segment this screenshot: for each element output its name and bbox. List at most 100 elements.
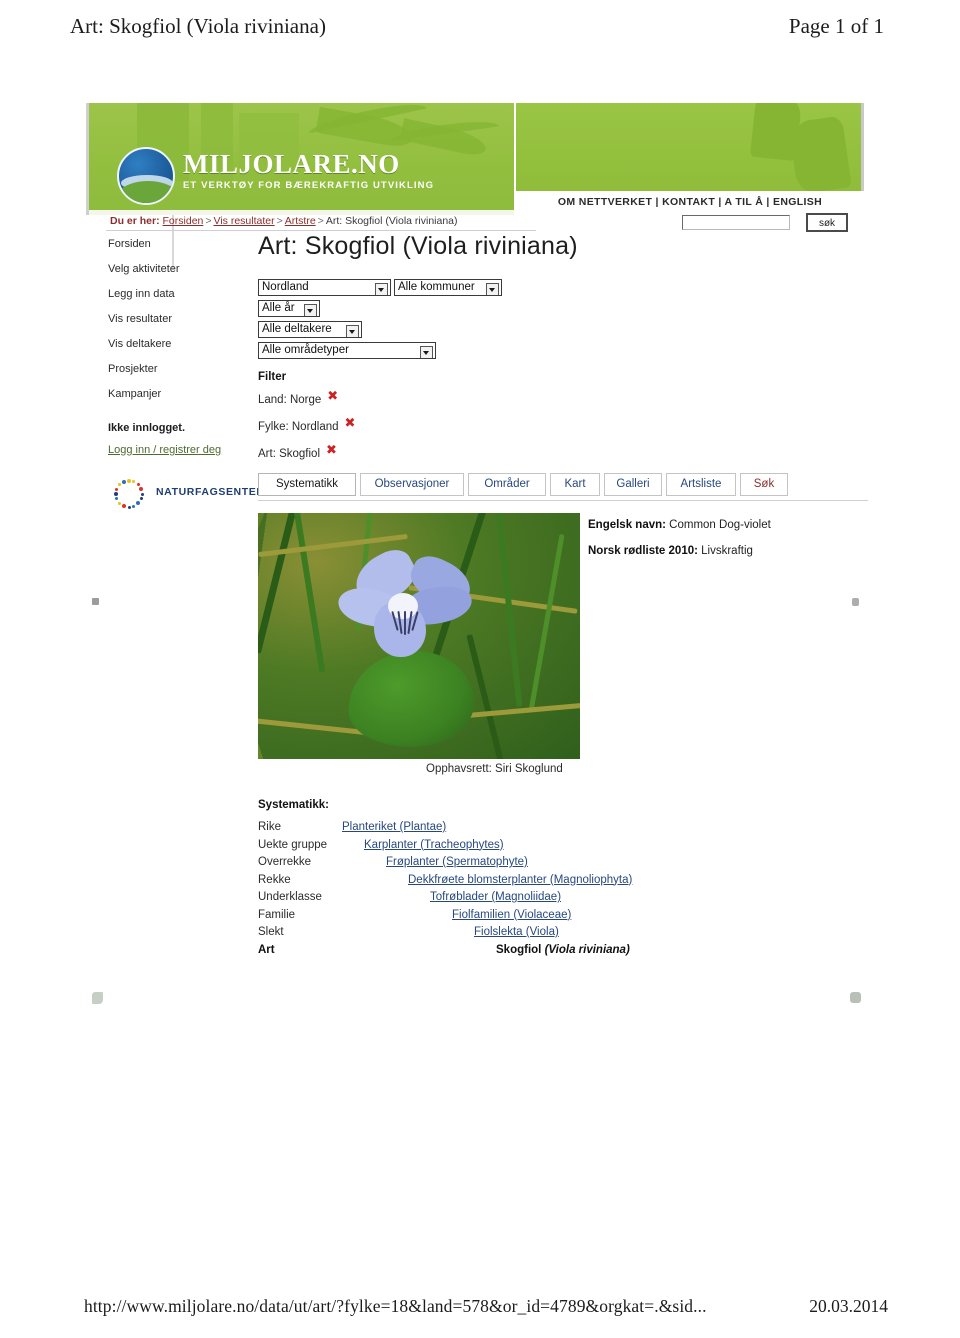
sidebar-item-kampanjer[interactable]: Kampanjer <box>108 388 268 400</box>
rank-label: Slekt <box>258 926 284 938</box>
select-fylke[interactable]: Nordland <box>258 279 391 296</box>
dotted-circle-icon <box>108 477 154 511</box>
tab-omrader[interactable]: Områder <box>468 473 546 496</box>
filter-row-fylke: Fylke: Nordland ✖ <box>258 416 868 434</box>
login-status: Ikke innlogget. <box>108 422 186 434</box>
filter-label-fylke: Fylke: Nordland <box>258 421 339 433</box>
table-row: Rike Planteriket (Plantae) <box>258 821 868 839</box>
select-deltakere[interactable]: Alle deltakere <box>258 321 362 338</box>
english-name-line: Engelsk navn: Common Dog-violet <box>588 519 868 531</box>
rank-label: Underklasse <box>258 891 322 903</box>
search-button[interactable]: søk <box>806 213 848 232</box>
photo-copyright: Opphavsrett: Siri Skoglund <box>426 763 563 775</box>
sidebar-item-velg-aktiviteter[interactable]: Velg aktiviteter <box>108 263 268 275</box>
tab-artsliste[interactable]: Artsliste <box>666 473 736 496</box>
tab-bar: Systematikk Observasjoner Områder Kart G… <box>258 473 868 501</box>
page-title: Art: Skogfiol (Viola riviniana) <box>258 232 578 260</box>
filter-row-land: Land: Norge ✖ <box>258 389 868 407</box>
printed-page-footer: http://www.miljolare.no/data/ut/art/?fyl… <box>0 1296 960 1322</box>
tab-kart[interactable]: Kart <box>550 473 600 496</box>
top-nav-links[interactable]: OM NETTVERKET | KONTAKT | A TIL Å | ENGL… <box>558 196 822 208</box>
printed-page-number: Page 1 of 1 <box>788 14 884 38</box>
scan-artifact <box>852 598 859 606</box>
taxon-link[interactable]: Fiolfamilien (Violaceae) <box>452 909 571 921</box>
login-register-link[interactable]: Logg inn / registrer deg <box>108 444 268 456</box>
scan-artifact <box>92 598 99 605</box>
systematikk-table: Rike Planteriket (Plantae) Uekte gruppe … <box>258 821 868 961</box>
redlist-line: Norsk rødliste 2010: Livskraftig <box>588 545 868 557</box>
select-deltakere-value: Alle deltakere <box>262 323 332 335</box>
sidebar-item-vis-deltakere[interactable]: Vis deltakere <box>108 338 268 350</box>
taxon-link[interactable]: Frøplanter (Spermatophyte) <box>386 856 528 868</box>
select-omradetype[interactable]: Alle områdetyper <box>258 342 436 359</box>
table-row: Art Skogfiol (Viola riviniana) <box>258 944 868 962</box>
sidebar-item-legg-inn-data[interactable]: Legg inn data <box>108 288 268 300</box>
banner-right-panel <box>516 103 864 191</box>
taxon-link[interactable]: Karplanter (Tracheophytes) <box>364 839 504 851</box>
chevron-down-icon[interactable] <box>304 304 317 316</box>
sidebar-item-forsiden[interactable]: Forsiden <box>108 238 268 250</box>
site-logo[interactable]: MILJOLARE.NO ET VERKTØY FOR BÆREKRAFTIG … <box>117 147 447 205</box>
table-row: Underklasse Tofrøblader (Magnoliidae) <box>258 891 868 909</box>
english-name-value: Common Dog-violet <box>669 519 771 531</box>
sidebar-item-prosjekter[interactable]: Prosjekter <box>108 363 268 375</box>
taxon-link[interactable]: Dekkfrøete blomsterplanter (Magnoliophyt… <box>408 874 632 886</box>
select-omradetype-value: Alle områdetyper <box>262 344 349 356</box>
species-photo <box>258 513 580 759</box>
taxon-link[interactable]: Fiolslekta (Viola) <box>474 926 559 938</box>
breadcrumb-item-vis-resultater[interactable]: Vis resultater <box>214 215 275 227</box>
breadcrumb-item-forsiden[interactable]: Forsiden <box>163 215 204 227</box>
select-ar[interactable]: Alle år <box>258 300 320 317</box>
select-kommune[interactable]: Alle kommuner <box>394 279 502 296</box>
current-taxon: Skogfiol (Viola riviniana) <box>496 943 630 956</box>
rank-label: Uekte gruppe <box>258 838 328 851</box>
tab-galleri[interactable]: Galleri <box>604 473 662 496</box>
chevron-down-icon[interactable] <box>346 325 359 337</box>
taxon-link[interactable]: Tofrøblader (Magnoliidae) <box>430 891 561 903</box>
tab-sok[interactable]: Søk <box>740 473 788 496</box>
remove-filter-icon[interactable]: ✖ <box>327 389 338 404</box>
table-row: Familie Fiolfamilien (Violaceae) <box>258 909 868 927</box>
tab-observasjoner[interactable]: Observasjoner <box>360 473 464 496</box>
sidebar-item-vis-resultater[interactable]: Vis resultater <box>108 313 268 325</box>
systematikk-heading: Systematikk: <box>258 799 329 811</box>
search-input[interactable] <box>682 215 790 230</box>
logo-text: MILJOLARE.NO ET VERKTØY FOR BÆREKRAFTIG … <box>183 149 434 192</box>
top-navigation[interactable]: OM NETTVERKET | KONTAKT | A TIL Å | ENGL… <box>516 196 864 208</box>
flower-nectar-guide <box>404 611 406 635</box>
redlist-value: Livskraftig <box>701 545 753 557</box>
rank-label: Art <box>258 943 275 956</box>
filter-selects: Nordland Alle kommuner Alle år Alle delt… <box>258 279 868 369</box>
chevron-down-icon[interactable] <box>420 346 433 358</box>
breadcrumb-item-artstre[interactable]: Artstre <box>285 215 316 227</box>
breadcrumb-label: Du er her: <box>110 215 160 227</box>
table-row: Overrekke Frøplanter (Spermatophyte) <box>258 856 868 874</box>
chevron-down-icon[interactable] <box>375 283 388 295</box>
breadcrumb-separator: > <box>317 215 324 227</box>
filter-label-art: Art: Skogfiol <box>258 448 320 460</box>
globe-icon <box>117 147 175 205</box>
violet-flower <box>334 543 496 667</box>
printed-page-header: Art: Skogfiol (Viola riviniana) Page 1 o… <box>0 14 960 48</box>
remove-filter-icon[interactable]: ✖ <box>326 443 337 458</box>
scan-artifact <box>92 992 103 1004</box>
taxon-link[interactable]: Planteriket (Plantae) <box>342 821 446 833</box>
sidebar: Forsiden Velg aktiviteter Legg inn data … <box>108 238 268 456</box>
breadcrumb-separator: > <box>276 215 283 227</box>
logo-tagline: ET VERKTØY FOR BÆREKRAFTIG UTVIKLING <box>183 180 435 191</box>
filter-row-art: Art: Skogfiol ✖ <box>258 443 868 461</box>
select-ar-value: Alle år <box>262 302 295 314</box>
naturfagsenteret-logo[interactable]: NATURFAGSENTERET <box>108 475 279 515</box>
rank-label: Familie <box>258 908 296 921</box>
remove-filter-icon[interactable]: ✖ <box>345 416 356 431</box>
select-fylke-value: Nordland <box>262 281 309 293</box>
site-banner: MILJOLARE.NO ET VERKTØY FOR BÆREKRAFTIG … <box>86 103 514 215</box>
breadcrumb-separator: > <box>205 215 212 227</box>
tab-systematikk[interactable]: Systematikk <box>258 473 356 496</box>
breadcrumb-current: Art: Skogfiol (Viola riviniana) <box>325 215 458 227</box>
scanned-webpage: MILJOLARE.NO ET VERKTØY FOR BÆREKRAFTIG … <box>86 100 876 1020</box>
species-panel: Opphavsrett: Siri Skoglund Engelsk navn:… <box>258 513 868 793</box>
printed-source-url: http://www.miljolare.no/data/ut/art/?fyl… <box>84 1296 707 1316</box>
scan-artifact <box>850 992 861 1003</box>
chevron-down-icon[interactable] <box>486 283 499 295</box>
